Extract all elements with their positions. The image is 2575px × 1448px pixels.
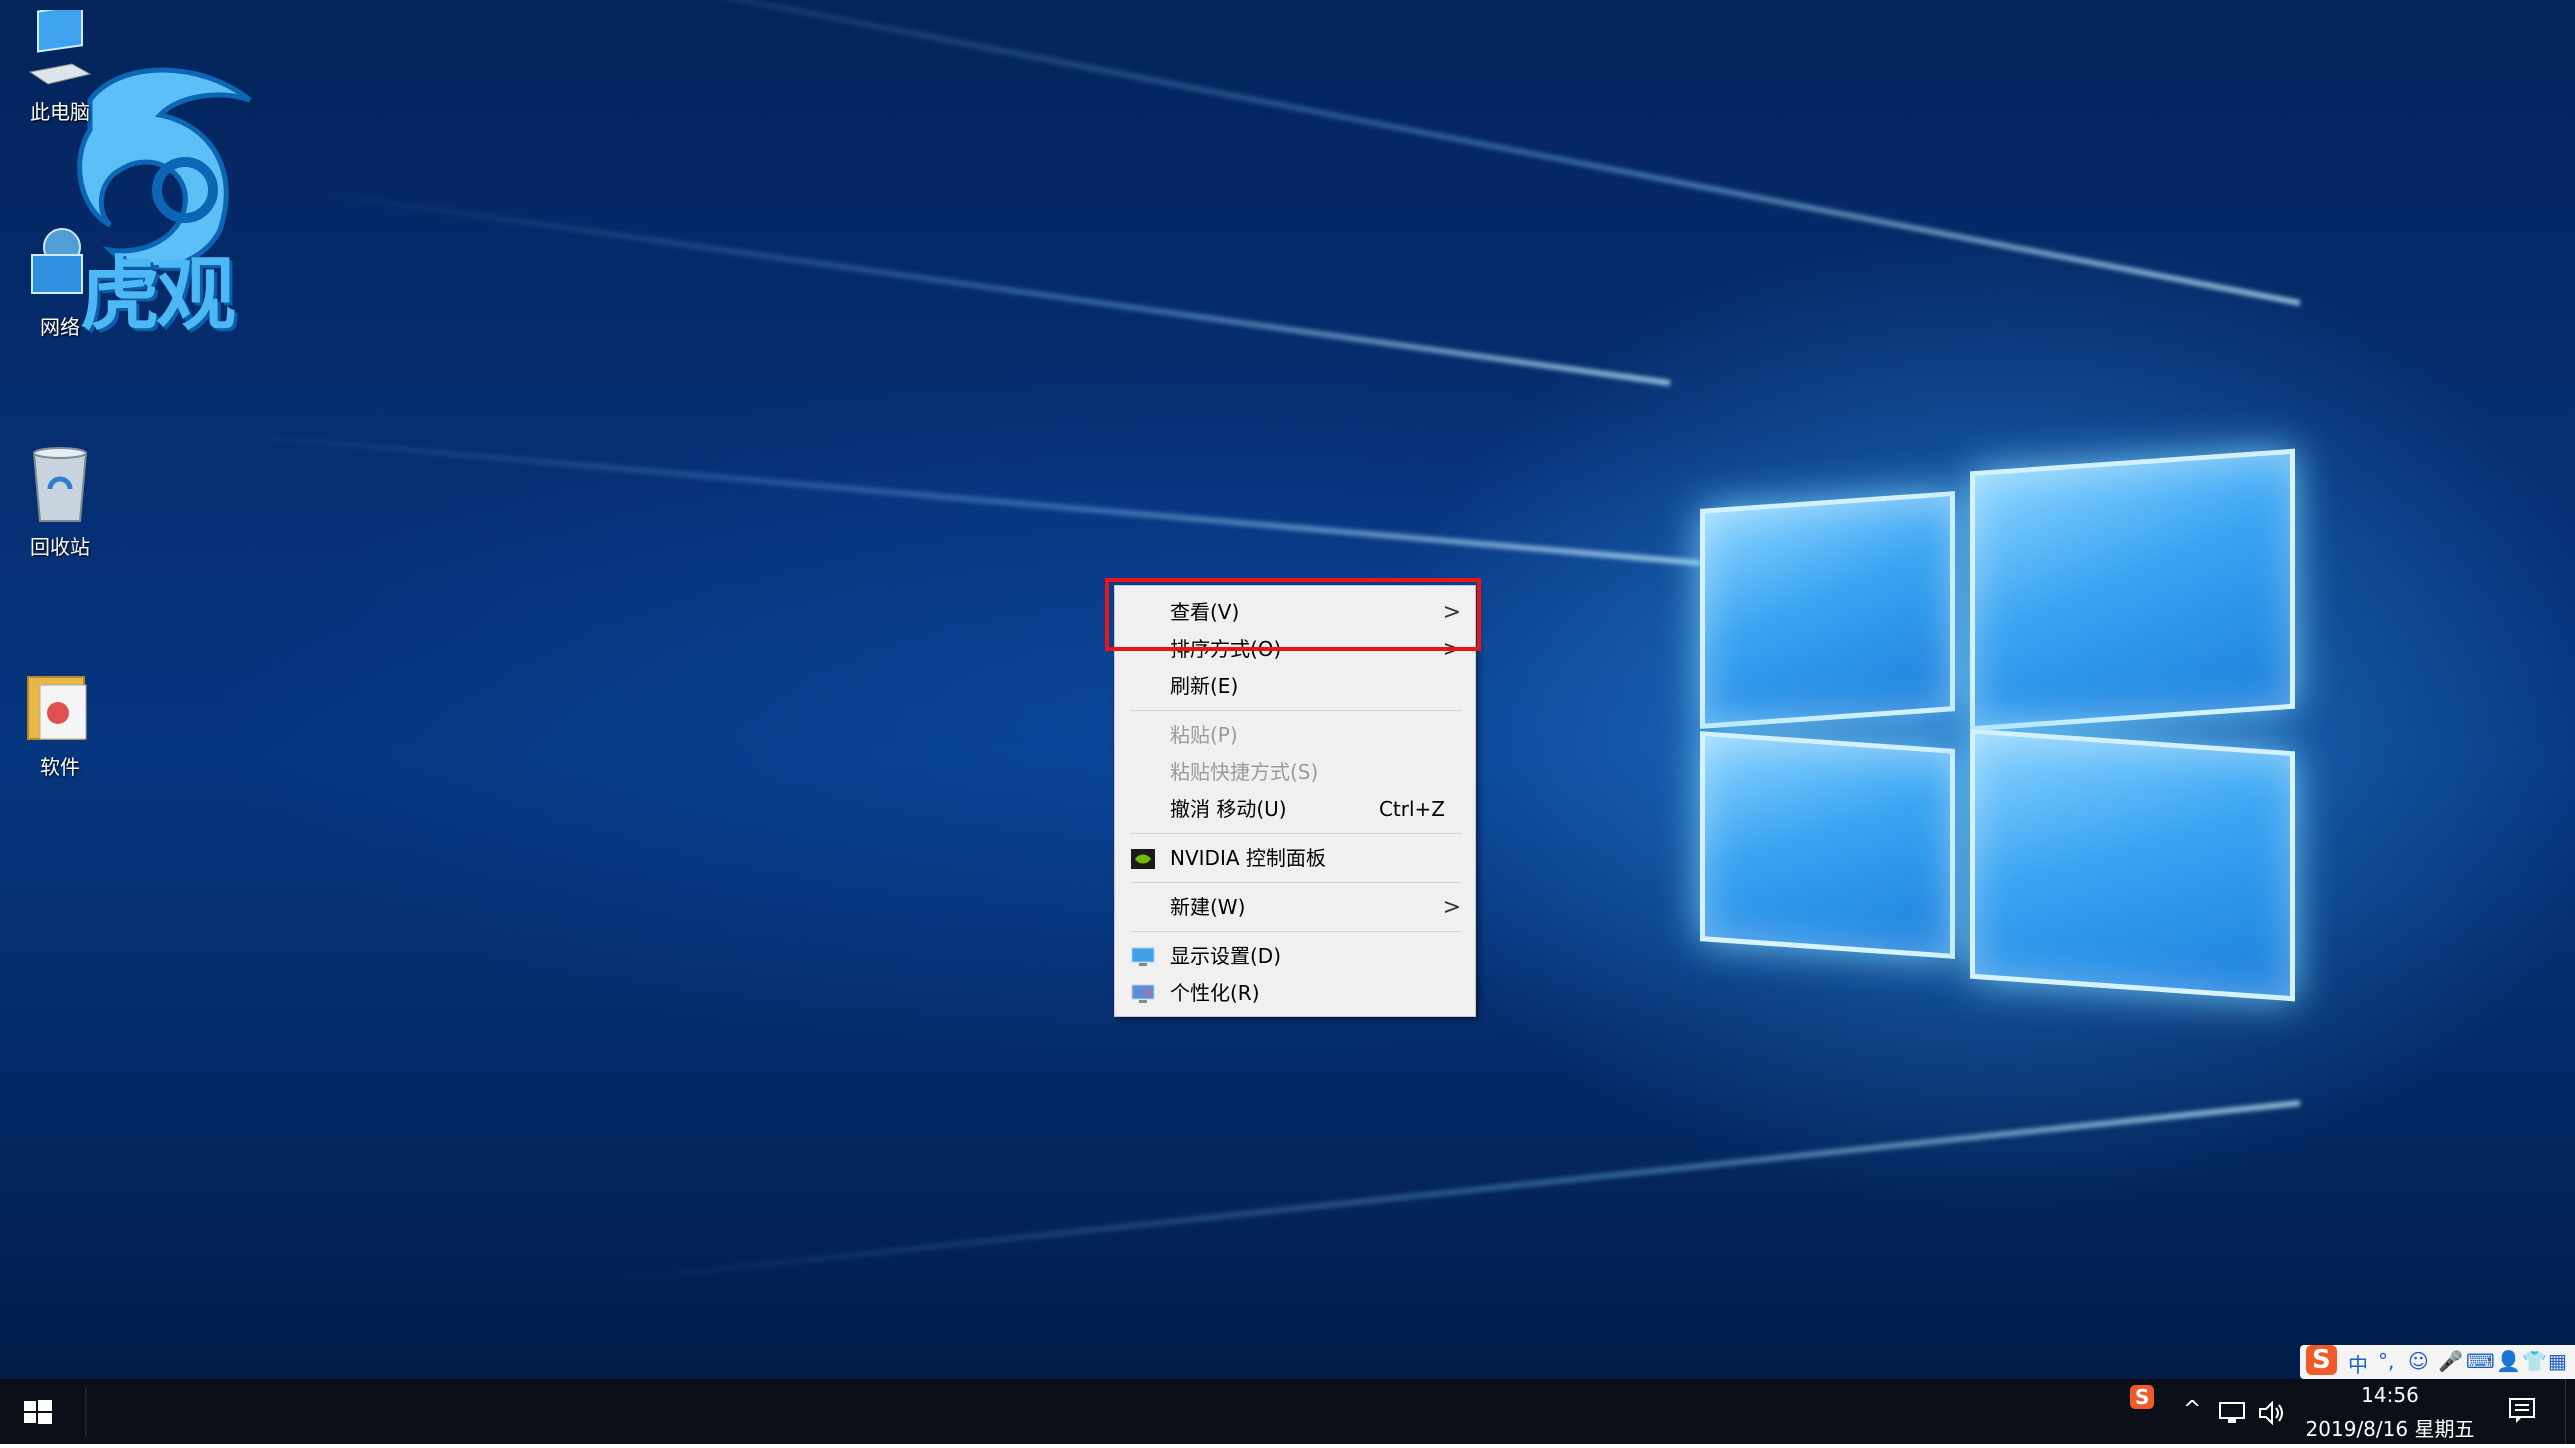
menu-item-shortcut: Ctrl+Z — [1378, 797, 1445, 821]
ime-toolbar[interactable]: S 中 °, ☺ 🎤 ⌨ 👤 👕 ▦ — [2300, 1345, 2575, 1379]
show-desktop-button[interactable] — [2565, 1379, 2575, 1444]
show-hidden-icons-icon[interactable]: ^ — [2183, 1397, 2201, 1422]
menu-item-display-settings[interactable]: 显示设置(D) — [1115, 938, 1475, 975]
highlight-annotation-box — [1105, 578, 1481, 651]
desktop-icon-this-pc[interactable]: 此电脑 — [0, 10, 120, 125]
menu-item-undo-move[interactable]: 撤消 移动(U) Ctrl+Z — [1115, 791, 1475, 828]
chevron-right-icon: > — [1442, 895, 1461, 920]
desktop-icon-software-folder[interactable]: 软件 — [0, 665, 120, 780]
skin-icon[interactable]: 👕 — [2522, 1349, 2547, 1373]
light-beam — [434, 0, 2301, 306]
menu-item-label: 个性化(R) — [1170, 981, 1260, 1005]
microphone-icon[interactable]: 🎤 — [2438, 1349, 2463, 1373]
light-beam — [205, 429, 1701, 566]
menu-item-personalize[interactable]: 个性化(R) — [1115, 975, 1475, 1012]
desktop-icon-network[interactable]: 网络 — [0, 225, 120, 340]
menu-item-nvidia-control-panel[interactable]: NVIDIA 控制面板 — [1115, 840, 1475, 877]
sogou-logo-icon[interactable]: S — [2306, 1345, 2337, 1375]
desktop-icon-label: 网络 — [40, 315, 80, 339]
menu-item-paste-shortcut[interactable]: 粘贴快捷方式(S) — [1115, 754, 1475, 791]
menu-item-new[interactable]: 新建(W) > — [1115, 889, 1475, 926]
clock-time[interactable]: 14:56 — [2330, 1383, 2450, 1407]
menu-item-label: 撤消 移动(U) — [1170, 797, 1287, 821]
desktop-icon-label: 软件 — [40, 755, 80, 779]
network-tray-icon[interactable] — [2218, 1401, 2248, 1425]
taskbar: S ^ 14:56 2019/8/16 星期五 — [0, 1379, 2575, 1444]
ime-mode-toggle[interactable]: 中 — [2348, 1349, 2368, 1378]
ime-punctuation-toggle[interactable]: °, — [2378, 1349, 2394, 1373]
windows-logo-pane — [1700, 731, 1955, 959]
volume-icon[interactable] — [2258, 1401, 2288, 1425]
windows-logo-pane — [1700, 491, 1955, 729]
menu-item-label: 新建(W) — [1170, 895, 1246, 919]
keyboard-icon[interactable]: ⌨ — [2466, 1349, 2495, 1373]
clock-date[interactable]: 2019/8/16 星期五 — [2300, 1413, 2480, 1442]
display-settings-icon — [1131, 947, 1155, 966]
windows-logo-pane — [1970, 728, 2295, 1002]
menu-item-label: 显示设置(D) — [1170, 944, 1282, 968]
emoji-icon[interactable]: ☺ — [2408, 1349, 2429, 1373]
computer-icon — [28, 10, 92, 85]
taskbar-divider — [85, 1387, 87, 1437]
menu-item-refresh[interactable]: 刷新(E) — [1115, 668, 1475, 705]
desktop-icon-recycle-bin[interactable]: 回收站 — [0, 445, 120, 560]
menu-separator — [1131, 710, 1461, 711]
nvidia-icon — [1131, 849, 1155, 869]
menu-item-label: 刷新(E) — [1170, 674, 1239, 698]
light-beam — [608, 1100, 2301, 1284]
windows-start-icon — [24, 1400, 52, 1424]
start-button[interactable] — [0, 1379, 75, 1444]
menu-item-label: 粘贴(P) — [1170, 723, 1238, 747]
sogou-tray-icon[interactable]: S — [2130, 1385, 2155, 1409]
user-icon[interactable]: 👤 — [2496, 1349, 2521, 1373]
menu-separator — [1131, 833, 1461, 834]
recycle-bin-icon — [32, 447, 88, 522]
folder-icon — [27, 676, 87, 740]
menu-separator — [1131, 931, 1461, 932]
menu-separator — [1131, 882, 1461, 883]
desktop-icon-label: 此电脑 — [30, 100, 90, 124]
action-center-icon[interactable] — [2508, 1397, 2538, 1425]
menu-item-paste[interactable]: 粘贴(P) — [1115, 717, 1475, 754]
light-beam — [312, 189, 1671, 386]
menu-item-label: 粘贴快捷方式(S) — [1170, 760, 1319, 784]
menu-item-label: NVIDIA 控制面板 — [1170, 846, 1326, 870]
windows-logo-pane — [1970, 448, 2295, 732]
network-icon — [31, 228, 83, 294]
desktop-icon-label: 回收站 — [30, 535, 90, 559]
toolbox-icon[interactable]: ▦ — [2548, 1349, 2567, 1373]
personalize-icon — [1131, 984, 1155, 1003]
desktop-background: 虎观 此电脑 网络 回收站 软件 查看(V) > 排序方式(O) > 刷新(E)… — [0, 0, 2575, 1379]
